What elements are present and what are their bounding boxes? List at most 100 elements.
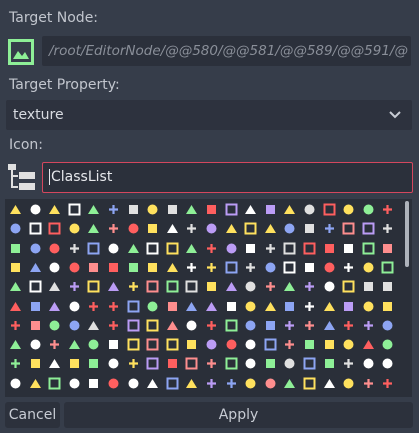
editor-icon[interactable] (322, 202, 337, 217)
editor-icon[interactable] (204, 299, 219, 314)
editor-icon[interactable] (224, 318, 239, 333)
editor-icon[interactable] (126, 221, 141, 236)
editor-icon[interactable] (145, 241, 160, 256)
editor-icon[interactable] (243, 299, 258, 314)
editor-icon[interactable] (322, 299, 337, 314)
editor-icon[interactable] (282, 299, 297, 314)
editor-icon[interactable] (28, 202, 43, 217)
editor-icon[interactable] (263, 260, 278, 275)
editor-icon[interactable] (126, 337, 141, 352)
editor-icon[interactable] (8, 337, 23, 352)
editor-icon[interactable] (361, 279, 376, 294)
editor-icon[interactable] (145, 337, 160, 352)
editor-icon[interactable] (322, 221, 337, 236)
icon-name-input[interactable]: ClassList (42, 162, 413, 193)
editor-icon[interactable] (341, 202, 356, 217)
editor-icon[interactable] (47, 376, 62, 391)
editor-icon[interactable] (243, 356, 258, 371)
editor-icon[interactable] (184, 376, 199, 391)
editor-icon[interactable] (341, 376, 356, 391)
editor-icon[interactable] (322, 337, 337, 352)
editor-icon[interactable] (282, 356, 297, 371)
editor-icon[interactable] (361, 318, 376, 333)
editor-icon[interactable] (86, 241, 101, 256)
editor-icon[interactable] (341, 260, 356, 275)
editor-icon[interactable] (282, 279, 297, 294)
editor-icon[interactable] (361, 260, 376, 275)
editor-icon[interactable] (380, 279, 395, 294)
editor-icon[interactable] (8, 376, 23, 391)
editor-icon[interactable] (243, 202, 258, 217)
editor-icon[interactable] (145, 221, 160, 236)
editor-icon[interactable] (263, 241, 278, 256)
editor-icon[interactable] (224, 260, 239, 275)
editor-icon[interactable] (8, 241, 23, 256)
editor-icon[interactable] (361, 356, 376, 371)
editor-icon[interactable] (263, 337, 278, 352)
editor-icon[interactable] (204, 318, 219, 333)
editor-icon[interactable] (224, 202, 239, 217)
editor-icon[interactable] (126, 356, 141, 371)
editor-icon[interactable] (47, 221, 62, 236)
icon-grid[interactable] (5, 199, 412, 397)
editor-icon[interactable] (282, 337, 297, 352)
editor-icon[interactable] (126, 241, 141, 256)
editor-icon[interactable] (28, 337, 43, 352)
editor-icon[interactable] (341, 356, 356, 371)
editor-icon[interactable] (106, 376, 121, 391)
editor-icon[interactable] (302, 241, 317, 256)
editor-icon[interactable] (47, 337, 62, 352)
editor-icon[interactable] (184, 279, 199, 294)
editor-icon[interactable] (28, 279, 43, 294)
editor-icon[interactable] (184, 202, 199, 217)
editor-icon[interactable] (302, 356, 317, 371)
editor-icon[interactable] (86, 356, 101, 371)
editor-icon[interactable] (106, 221, 121, 236)
editor-icon[interactable] (165, 260, 180, 275)
editor-icon[interactable] (361, 241, 376, 256)
editor-icon[interactable] (204, 241, 219, 256)
editor-icon[interactable] (165, 376, 180, 391)
editor-icon[interactable] (28, 241, 43, 256)
target-property-select[interactable]: texture (6, 100, 412, 130)
editor-icon[interactable] (243, 279, 258, 294)
editor-icon[interactable] (145, 356, 160, 371)
editor-icon[interactable] (302, 318, 317, 333)
editor-icon[interactable] (243, 337, 258, 352)
editor-icon[interactable] (86, 260, 101, 275)
editor-icon[interactable] (145, 318, 160, 333)
editor-icon[interactable] (184, 299, 199, 314)
editor-icon[interactable] (204, 221, 219, 236)
editor-icon[interactable] (86, 376, 101, 391)
editor-icon[interactable] (263, 318, 278, 333)
editor-icon[interactable] (243, 221, 258, 236)
editor-icon[interactable] (322, 241, 337, 256)
editor-icon[interactable] (67, 221, 82, 236)
editor-icon[interactable] (380, 299, 395, 314)
editor-icon[interactable] (302, 279, 317, 294)
editor-icon[interactable] (322, 376, 337, 391)
editor-icon[interactable] (47, 299, 62, 314)
editor-icon[interactable] (263, 356, 278, 371)
editor-icon[interactable] (165, 337, 180, 352)
cancel-button[interactable]: Cancel (5, 402, 60, 428)
editor-icon[interactable] (341, 241, 356, 256)
editor-icon[interactable] (380, 241, 395, 256)
editor-icon[interactable] (224, 241, 239, 256)
editor-icon[interactable] (224, 376, 239, 391)
editor-icon[interactable] (224, 299, 239, 314)
editor-icon[interactable] (67, 299, 82, 314)
editor-icon[interactable] (322, 279, 337, 294)
editor-icon[interactable] (380, 318, 395, 333)
editor-icon[interactable] (263, 376, 278, 391)
editor-icon[interactable] (126, 376, 141, 391)
editor-icon[interactable] (224, 221, 239, 236)
editor-icon[interactable] (145, 376, 160, 391)
editor-icon[interactable] (361, 221, 376, 236)
editor-icon[interactable] (28, 260, 43, 275)
editor-icon[interactable] (67, 337, 82, 352)
editor-icon[interactable] (282, 318, 297, 333)
editor-icon[interactable] (106, 318, 121, 333)
editor-icon[interactable] (361, 202, 376, 217)
scrollbar-thumb[interactable] (405, 201, 409, 267)
